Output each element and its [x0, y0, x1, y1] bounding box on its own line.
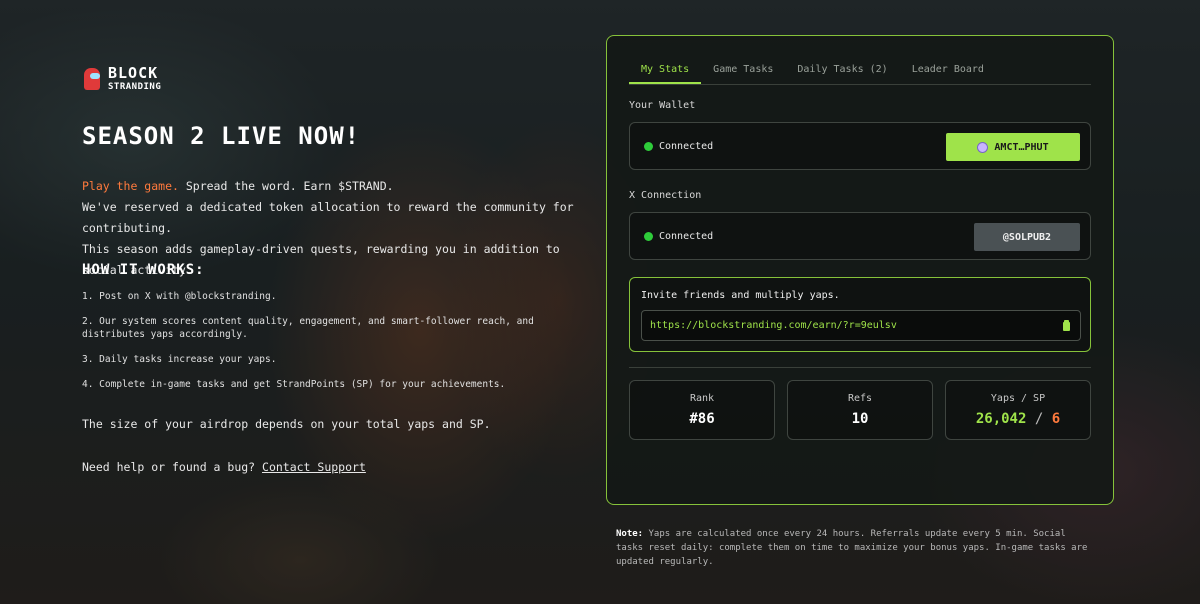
tagline-rest: Spread the word. Earn $STRAND. [178, 179, 394, 193]
rank-value: #86 [689, 411, 715, 427]
x-handle-button[interactable]: @SOLPUB2 [974, 223, 1080, 251]
tab-my-stats[interactable]: My Stats [629, 58, 702, 84]
connected-dot-icon [644, 232, 653, 241]
refs-card: Refs 10 [787, 380, 933, 440]
step-item: 4. Complete in-game tasks and get Strand… [82, 379, 506, 390]
x-status-text: Connected [659, 231, 714, 242]
refs-value: 10 [851, 411, 869, 427]
help-text: Need help or found a bug? Contact Suppor… [82, 460, 366, 474]
x-connection-label: X Connection [629, 190, 702, 201]
step-item: 1. Post on X with @blockstranding. [82, 291, 277, 302]
tab-leader-board[interactable]: Leader Board [900, 58, 996, 84]
steps-list: 1. Post on X with @blockstranding. 2. Ou… [82, 290, 592, 403]
airdrop-text: The size of your airdrop depends on your… [82, 417, 491, 431]
play-highlight: Play the game. [82, 179, 179, 193]
sp-value: 6 [1051, 411, 1061, 427]
x-connection-row: Connected @SOLPUB2 [629, 212, 1091, 260]
yaps-sp-value: 26,042 / 6 [946, 411, 1090, 427]
footer-note: Note: Yaps are calculated once every 24 … [616, 527, 1094, 569]
rank-card: Rank #86 [629, 380, 775, 440]
yaps-sp-separator: / [1026, 411, 1052, 427]
connected-dot-icon [644, 142, 653, 151]
wallet-label: Your Wallet [629, 100, 696, 111]
yaps-value: 26,042 [975, 411, 1027, 427]
astronaut-logo-icon [82, 66, 102, 92]
wallet-status: Connected [644, 141, 713, 152]
step-item: 2. Our system scores content quality, en… [82, 316, 534, 340]
note-prefix: Note: [616, 529, 644, 539]
panel-tabs: My Stats Game Tasks Daily Tasks (2) Lead… [629, 58, 996, 84]
intro-line-2: We've reserved a dedicated token allocat… [82, 200, 574, 235]
yaps-sp-label: Yaps / SP [990, 393, 1046, 404]
referral-url: https://blockstranding.com/earn/?r=9euls… [650, 320, 897, 331]
rank-label: Rank [689, 393, 715, 404]
refs-label: Refs [847, 393, 873, 404]
invite-title: Invite friends and multiply yaps. [641, 290, 840, 301]
step-item: 3. Daily tasks increase your yaps. [82, 354, 277, 365]
wallet-status-text: Connected [659, 141, 714, 152]
referral-link-field[interactable]: https://blockstranding.com/earn/?r=9euls… [641, 310, 1081, 341]
how-it-works-heading: HOW IT WORKS: [82, 262, 205, 278]
brand-wordmark: BLOCK STRANDING [108, 66, 161, 92]
invite-box: Invite friends and multiply yaps. https:… [629, 277, 1091, 352]
tab-daily-tasks[interactable]: Daily Tasks (2) [785, 58, 899, 84]
wallet-address: AMCT…PHUT [994, 141, 1049, 153]
note-text: Yaps are calculated once every 24 hours.… [616, 529, 1088, 567]
stats-divider [629, 367, 1091, 368]
tabs-divider [629, 84, 1091, 85]
stats-panel: My Stats Game Tasks Daily Tasks (2) Lead… [606, 35, 1114, 505]
x-status: Connected [644, 231, 713, 242]
brand-line2: STRANDING [108, 82, 162, 92]
yaps-sp-card: Yaps / SP 26,042 / 6 [945, 380, 1091, 440]
wallet-row: Connected AMCT…PHUT [629, 122, 1091, 170]
wallet-address-button[interactable]: AMCT…PHUT [946, 133, 1080, 161]
copy-icon[interactable] [1063, 320, 1070, 331]
brand-line1: BLOCK [108, 64, 159, 82]
page-title: SEASON 2 LIVE NOW! [82, 122, 361, 150]
contact-support-link[interactable]: Contact Support [262, 460, 366, 474]
help-prefix: Need help or found a bug? [82, 460, 263, 474]
phantom-wallet-icon [977, 141, 989, 153]
tab-game-tasks[interactable]: Game Tasks [701, 58, 785, 84]
brand-logo[interactable]: BLOCK STRANDING [82, 66, 161, 92]
